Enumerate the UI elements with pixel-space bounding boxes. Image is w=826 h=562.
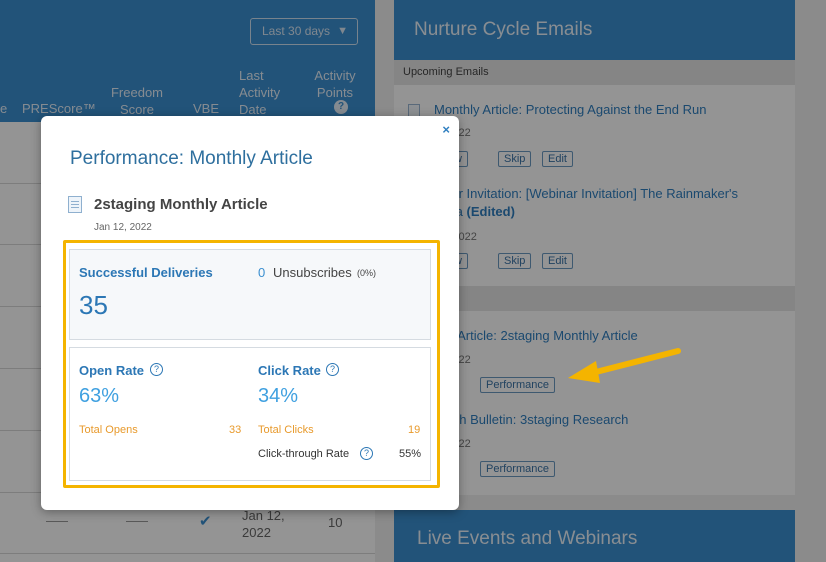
arrow-annotation-icon (568, 348, 681, 383)
article-name: 2staging Monthly Article (94, 196, 268, 213)
document-icon (68, 196, 82, 213)
successful-deliveries-label: Successful Deliveries (79, 265, 213, 280)
modal-title: Performance: Monthly Article (70, 148, 313, 169)
help-icon[interactable]: ? (326, 363, 339, 376)
total-opens-label: Total Opens (79, 424, 138, 436)
successful-deliveries-value: 35 (79, 290, 108, 320)
total-clicks-value: 19 (408, 424, 421, 436)
open-rate-value: 63% (79, 385, 120, 407)
article-date: Jan 12, 2022 (94, 222, 152, 233)
ctr-label: Click-through Rate (258, 448, 350, 460)
click-rate-value: 34% (258, 385, 299, 407)
help-icon[interactable]: ? (360, 447, 373, 460)
unsubscribes-count: 0 (258, 265, 266, 280)
total-clicks-label: Total Clicks (258, 424, 314, 436)
close-icon[interactable]: × (442, 122, 450, 137)
open-rate-label: Open Rate (79, 363, 145, 378)
unsubscribes-percent: (0%) (357, 268, 377, 278)
unsubscribes-label: Unsubscribes (273, 265, 352, 280)
ctr-value: 55% (399, 448, 422, 460)
total-opens-value: 33 (229, 424, 242, 436)
performance-modal: × Performance: Monthly Article 2staging … (41, 116, 459, 510)
help-icon[interactable]: ? (150, 363, 163, 376)
click-rate-label: Click Rate (258, 363, 321, 378)
